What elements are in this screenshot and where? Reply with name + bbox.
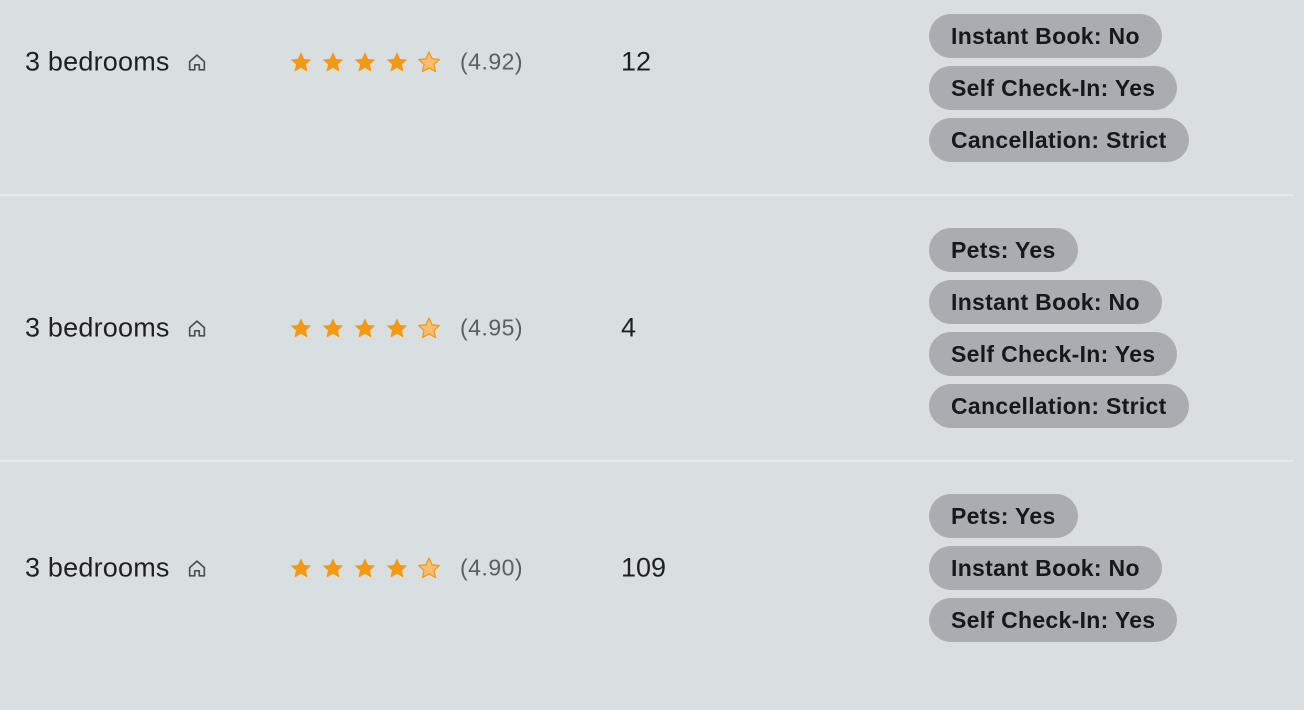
- star-icon: [288, 315, 314, 341]
- rating-cell: (4.92): [288, 49, 523, 76]
- star-icon: [352, 555, 378, 581]
- star-half-icon: [416, 555, 442, 581]
- tag-chip: Self Check-In: Yes: [929, 332, 1178, 376]
- rating-value: (4.95): [460, 314, 524, 341]
- tag-chip: Instant Book: No: [929, 14, 1162, 58]
- tag-chip: Self Check-In: Yes: [929, 598, 1178, 642]
- table-row[interactable]: Pets: Yes Instant Book: No Self Check-In…: [0, 196, 1294, 462]
- star-icon: [384, 555, 410, 581]
- review-count: 12: [621, 46, 652, 77]
- star-icon: [288, 555, 314, 581]
- listings-table: Instant Book: No Self Check-In: Yes Canc…: [0, 0, 1304, 710]
- bedrooms-label: 3 bedrooms: [25, 46, 170, 77]
- star-icon: [352, 315, 378, 341]
- star-half-icon: [416, 315, 442, 341]
- review-count: 4: [621, 312, 637, 343]
- tag-chip: Self Check-In: Yes: [929, 66, 1178, 110]
- tag-chip: Cancellation: Strict: [929, 118, 1189, 162]
- star-icon: [384, 49, 410, 75]
- bedrooms-label: 3 bedrooms: [25, 552, 170, 583]
- star-icon: [384, 315, 410, 341]
- star-half-icon: [416, 49, 442, 75]
- rating-cell: (4.90): [288, 555, 523, 582]
- tag-chip: Pets: Yes: [929, 494, 1078, 538]
- star-icon: [320, 49, 346, 75]
- bedrooms-label: 3 bedrooms: [25, 312, 170, 343]
- star-icon: [288, 49, 314, 75]
- row-tags: Pets: Yes Instant Book: No Self Check-In…: [929, 494, 1178, 642]
- star-icon: [320, 315, 346, 341]
- tag-chip: Instant Book: No: [929, 546, 1162, 590]
- home-icon: [186, 51, 208, 73]
- bedrooms-cell: 3 bedrooms: [25, 553, 208, 584]
- bedrooms-cell: 3 bedrooms: [25, 47, 208, 78]
- bedrooms-cell: 3 bedrooms: [25, 313, 208, 344]
- tag-chip: Instant Book: No: [929, 280, 1162, 324]
- tag-chip: Cancellation: Strict: [929, 384, 1189, 428]
- tag-chip: Pets: Yes: [929, 228, 1078, 272]
- star-icon: [352, 49, 378, 75]
- home-icon: [186, 317, 208, 339]
- row-tags: Instant Book: No Self Check-In: Yes Canc…: [929, 14, 1189, 162]
- rating-cell: (4.95): [288, 315, 523, 342]
- row-tags: Pets: Yes Instant Book: No Self Check-In…: [929, 228, 1189, 428]
- table-row[interactable]: Instant Book: No Self Check-In: Yes Canc…: [0, 0, 1294, 196]
- table-row[interactable]: Pets: Yes Instant Book: No Self Check-In…: [0, 462, 1294, 710]
- rating-value: (4.92): [460, 48, 524, 75]
- rating-value: (4.90): [460, 554, 524, 581]
- star-icon: [320, 555, 346, 581]
- review-count: 109: [621, 552, 667, 583]
- home-icon: [186, 557, 208, 579]
